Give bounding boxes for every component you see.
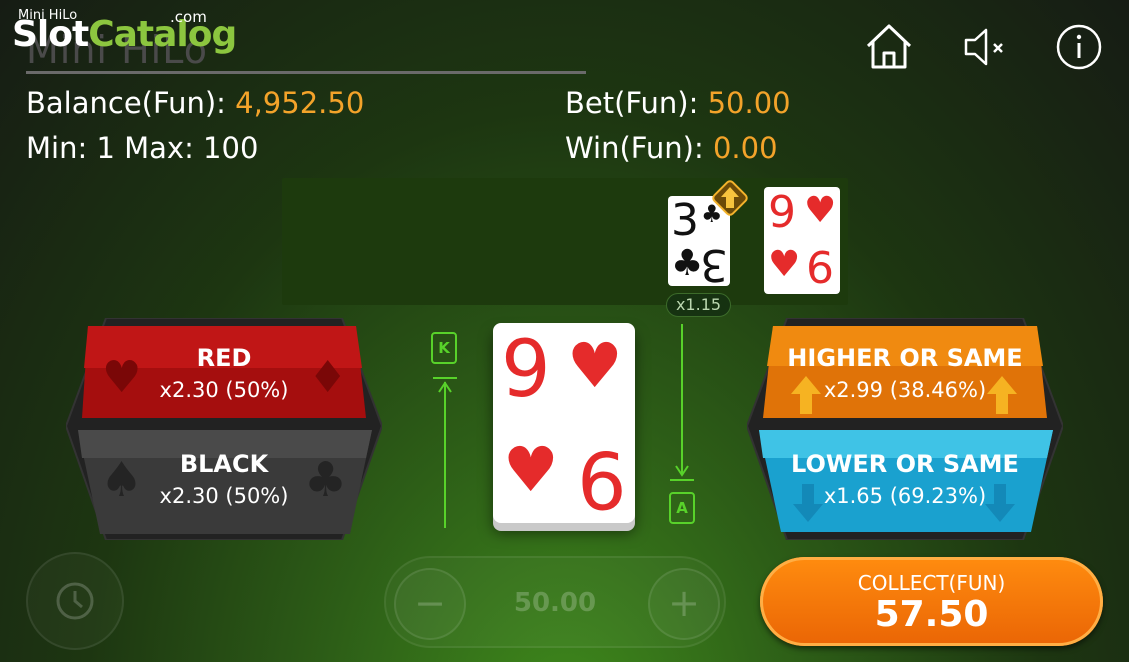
history-card-1-suit: ♣ xyxy=(671,243,704,284)
lower-bet-odds: x1.65 (69.23%) xyxy=(823,484,987,508)
history-card-2-suit: ♥ xyxy=(804,190,837,231)
higher-bet-button[interactable]: HIGHER OR SAME x2.99 (38.46%) xyxy=(763,326,1047,418)
watermark-com: .com xyxy=(170,8,207,26)
info-button[interactable] xyxy=(1054,22,1104,72)
current-card-suit: ♥ xyxy=(567,329,623,402)
collect-amount: 57.50 xyxy=(874,594,989,635)
black-bet-odds: x2.30 (50%) xyxy=(159,484,289,508)
limits-display: Min: 1 Max: 100 xyxy=(26,131,259,165)
sound-button[interactable] xyxy=(960,22,1010,72)
collect-button[interactable]: COLLECT(FUN) 57.50 xyxy=(760,557,1103,646)
lower-bet-button[interactable]: LOWER OR SAME x1.65 (69.23%) xyxy=(763,432,1047,532)
history-card-1-rank-bottom: 3 xyxy=(700,239,728,286)
win-display: Win(Fun): 0.00 xyxy=(565,131,778,165)
current-card-rank-bottom: 9 xyxy=(577,433,627,523)
watermark-catalog: Catalog xyxy=(88,14,237,55)
info-icon xyxy=(1056,24,1102,70)
watermark-game-name: Mini HiLo xyxy=(18,8,78,23)
bet-display: Bet(Fun): 50.00 xyxy=(565,86,791,120)
stake-control: − 50.00 + xyxy=(384,556,726,648)
red-bet-label: RED xyxy=(196,344,252,372)
red-bet-odds: x2.30 (50%) xyxy=(159,378,289,402)
collect-label: COLLECT(FUN) xyxy=(857,571,1006,595)
higher-bet-label: HIGHER OR SAME xyxy=(787,344,1023,372)
mute-icon xyxy=(964,28,1003,66)
clock-icon xyxy=(56,582,94,620)
balance-label: Balance(Fun): xyxy=(26,86,236,120)
home-icon xyxy=(866,24,912,69)
lower-bet-label: LOWER OR SAME xyxy=(791,450,1019,478)
range-down-line xyxy=(670,324,694,481)
history-button[interactable] xyxy=(26,552,124,650)
win-value: 0.00 xyxy=(712,131,778,165)
history-direction-badge xyxy=(708,176,752,220)
higher-bet-odds: x2.99 (38.46%) xyxy=(823,378,987,402)
up-arrow-icon xyxy=(712,180,748,216)
red-bet-button[interactable]: ♥ ♦ RED x2.30 (50%) xyxy=(82,326,366,418)
title-underline xyxy=(26,71,586,74)
black-bet-label: BLACK xyxy=(179,450,269,478)
win-label: Win(Fun): xyxy=(565,131,713,165)
history-card-2-rank-bottom: 9 xyxy=(806,240,834,291)
history-card-2-rank: 9 xyxy=(768,187,796,238)
black-bet-button[interactable]: ♠ ♣ BLACK x2.30 (50%) xyxy=(82,432,366,532)
history-card-2-suit-bottom: ♥ xyxy=(768,244,801,285)
home-button[interactable] xyxy=(864,22,914,72)
balance-display: Balance(Fun): 4,952.50 xyxy=(26,86,364,120)
history-card-2: 9 ♥ ♥ 9 xyxy=(764,187,840,294)
current-card-rank: 9 xyxy=(501,325,551,415)
bet-label: Bet(Fun): xyxy=(565,86,708,120)
bet-value: 50.00 xyxy=(707,86,791,120)
range-top-tag: K xyxy=(431,332,457,364)
range-up-line xyxy=(433,377,457,528)
current-card: 9 ♥ ♥ 9 xyxy=(493,323,635,523)
range-bottom-tag: A xyxy=(669,492,695,524)
stake-increase-button[interactable]: + xyxy=(648,568,720,640)
history-card-1-rank: 3 xyxy=(671,196,699,246)
balance-value: 4,952.50 xyxy=(235,86,365,120)
history-multiplier: x1.15 xyxy=(666,293,731,317)
current-card-suit-bottom: ♥ xyxy=(503,433,559,506)
